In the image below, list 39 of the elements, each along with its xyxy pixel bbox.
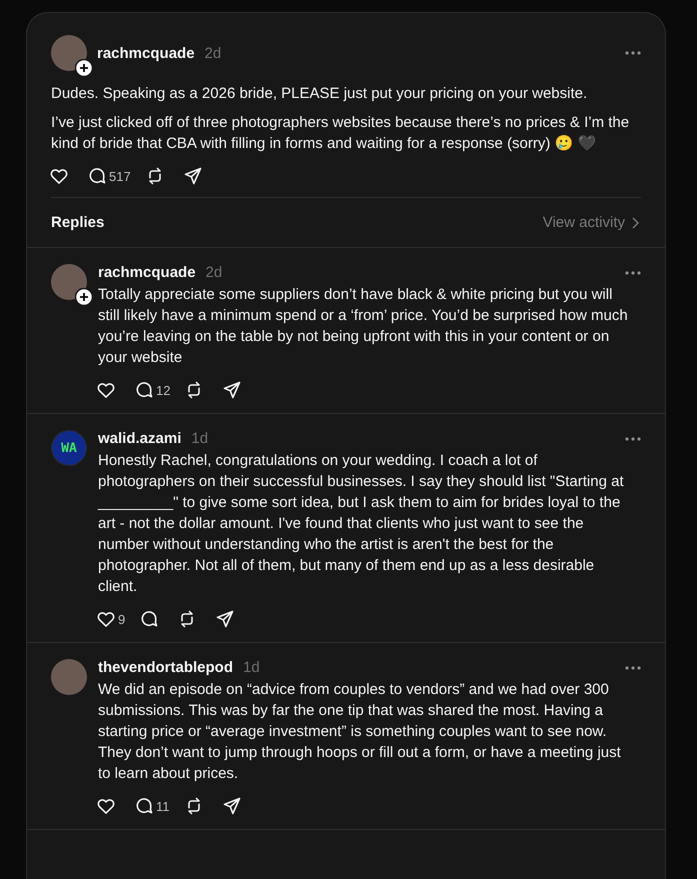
heart-icon xyxy=(96,380,116,400)
more-options-icon[interactable] xyxy=(625,270,641,274)
more-options-icon[interactable] xyxy=(625,51,641,55)
timestamp: 1d xyxy=(191,430,208,447)
heart-icon xyxy=(49,166,69,186)
timestamp: 1d xyxy=(243,659,260,676)
reply-button[interactable]: 11 xyxy=(134,796,170,816)
post-text: Dudes. Speaking as a 2026 bride, PLEASE just put your pricing on your website. xyxy=(51,84,588,104)
reply-button[interactable]: 12 xyxy=(134,380,170,400)
speech-bubble-icon xyxy=(139,609,160,629)
post-text: I’ve just clicked off of three photographers websites because there’s no prices & I’m the kind of bride that CBA with filling in forms and waiting for a response (sorry) 🥲 🖤 xyxy=(51,113,630,154)
timestamp: 2d xyxy=(206,264,222,281)
reply-text: Totally appreciate some suppliers don’t have black & white pricing but you will still likely have a minimum spend or a ‘from’ price. You’d be surprised how much you’re leaving on the table by not being upfront with this in your content or on your website xyxy=(98,285,629,368)
reply-text: We did an episode on “advice from couples to vendors” and we had over 300 submissions. This was by far the one tip that was shared the most. Having a starting price or “average investment” is something couples want to see now. They don’t want to jump through hoops or fill out a form, or have a meeting just to learn about prices. xyxy=(98,680,622,784)
paper-plane-icon xyxy=(215,609,236,629)
paper-plane-icon xyxy=(182,166,203,186)
like-button[interactable]: 9 xyxy=(96,609,126,629)
more-options-icon[interactable] xyxy=(625,436,641,440)
paper-plane-icon xyxy=(222,796,242,816)
speech-bubble-icon xyxy=(134,796,154,816)
paper-plane-icon xyxy=(222,380,242,400)
avatar-photo-placeholder[interactable] xyxy=(51,35,87,71)
reply-text: Honestly Rachel, congratulations on your wedding. I coach a lot of photographers on their successful businesses. I say they should list "Starting at _________" to give some sort idea, but I ask them to aim for brides loyal to the art - not the dollar amount. I've found that clients who just want to see the number without understanding who the artist is aren't the best for the photographer. Not all of them, but many of them end up as a less desirable client. xyxy=(98,451,625,597)
timestamp: 2d xyxy=(204,44,222,62)
more-options-icon[interactable] xyxy=(625,666,641,670)
avatar-photo-placeholder[interactable] xyxy=(51,264,87,300)
speech-bubble-icon xyxy=(87,166,107,186)
username[interactable]: walid.azami xyxy=(98,430,182,447)
replies-heading: Replies xyxy=(51,214,104,231)
username[interactable]: rachmcquade xyxy=(98,264,196,281)
reply-button[interactable]: 517 xyxy=(87,166,131,186)
heart-icon xyxy=(96,609,116,629)
avatar-logo[interactable]: WA xyxy=(51,430,87,466)
chevron-right-icon xyxy=(631,216,639,228)
view-activity-link[interactable]: View activity xyxy=(542,214,639,231)
username[interactable]: thevendortablepod xyxy=(98,659,234,676)
username[interactable]: rachmcquade xyxy=(97,44,195,62)
speech-bubble-icon xyxy=(134,380,154,400)
heart-icon xyxy=(96,796,116,816)
